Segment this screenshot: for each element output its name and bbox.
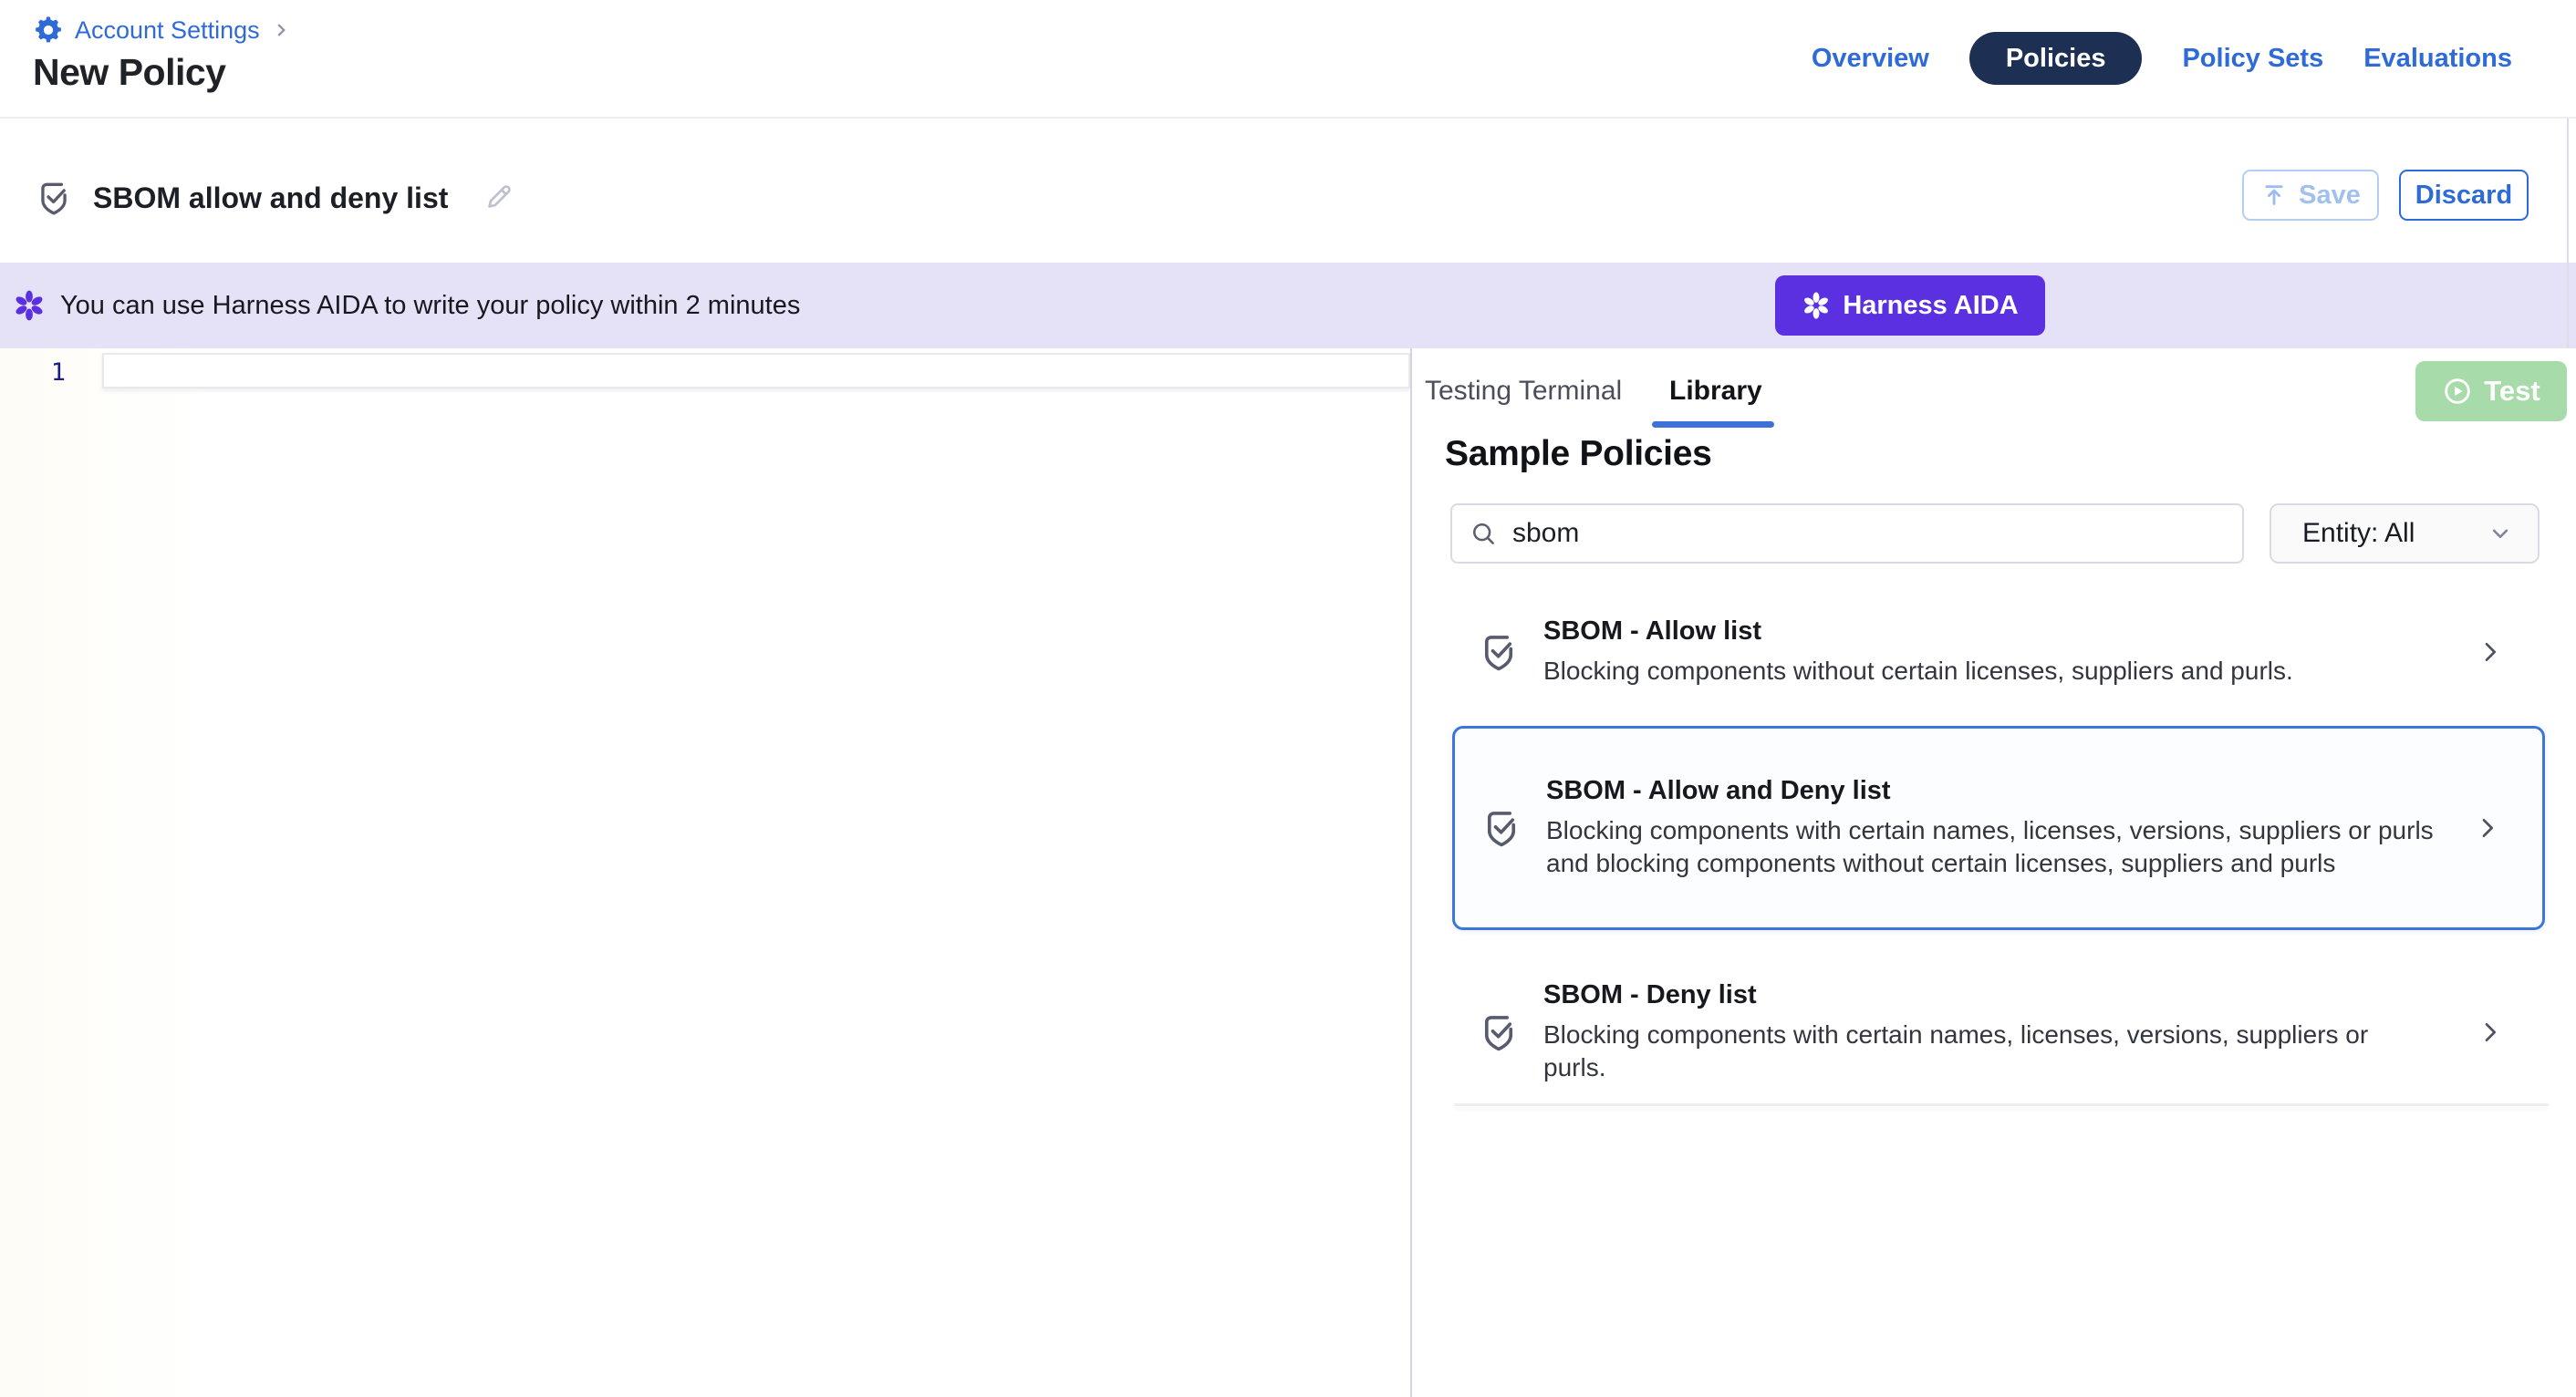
banner-message: You can use Harness AIDA to write your p… xyxy=(60,291,800,321)
policy-card-title: SBOM - Allow list xyxy=(1543,616,2437,647)
policy-identity: SBOM allow and deny list xyxy=(35,171,515,224)
save-button[interactable]: Save xyxy=(2242,170,2379,221)
top-nav: Overview Policies Policy Sets Evaluation… xyxy=(1812,31,2512,86)
tab-testing-terminal[interactable]: Testing Terminal xyxy=(1425,376,1622,407)
chevron-right-icon[interactable] xyxy=(2473,813,2502,843)
shield-check-icon xyxy=(1480,807,1522,849)
policy-card-title: SBOM - Deny list xyxy=(1543,980,2437,1010)
harness-aida-button-label: Harness AIDA xyxy=(1843,291,2018,321)
shield-check-icon xyxy=(1478,631,1520,673)
policy-card-sbom-allow-and-deny-list-selected[interactable]: SBOM - Allow and Deny list Blocking comp… xyxy=(1452,726,2545,930)
test-button[interactable]: Test xyxy=(2415,361,2567,421)
breadcrumb-link-account-settings[interactable]: Account Settings xyxy=(75,16,260,45)
toolbar-actions: Save Discard xyxy=(2242,170,2529,221)
play-icon xyxy=(2442,376,2473,407)
library-panel: Testing Terminal Library Test Sample Pol… xyxy=(1412,348,2576,1397)
page-title: New Policy xyxy=(33,51,225,94)
editor-current-line[interactable] xyxy=(102,353,1410,388)
aida-banner: You can use Harness AIDA to write your p… xyxy=(0,263,2576,348)
shield-check-icon xyxy=(35,179,73,217)
policy-card-description: Blocking components with certain names, … xyxy=(1543,1019,2437,1084)
page-header: Account Settings New Policy Overview Pol… xyxy=(0,0,2576,119)
policy-card-text: SBOM - Deny list Blocking components wit… xyxy=(1543,980,2437,1084)
policy-toolbar: SBOM allow and deny list Save Discard xyxy=(0,119,2576,263)
upload-icon xyxy=(2260,181,2288,209)
tab-overview[interactable]: Overview xyxy=(1812,44,1929,74)
tab-evaluations[interactable]: Evaluations xyxy=(2363,44,2512,74)
tab-library-underline xyxy=(1652,421,1774,428)
policy-search-box xyxy=(1450,503,2244,564)
entity-filter-label: Entity: All xyxy=(2302,518,2487,549)
policy-card-title: SBOM - Allow and Deny list xyxy=(1546,776,2440,806)
chevron-right-icon[interactable] xyxy=(2476,1018,2505,1047)
policy-card-text: SBOM - Allow list Blocking components wi… xyxy=(1543,616,2437,688)
policy-card-description: Blocking components with certain names, … xyxy=(1546,814,2440,880)
search-input[interactable] xyxy=(1512,518,2226,549)
editor-line-number: 1 xyxy=(0,358,66,387)
chevron-down-icon xyxy=(2487,520,2514,547)
shield-check-icon xyxy=(1478,1011,1520,1053)
sample-policies-heading: Sample Policies xyxy=(1445,434,1711,474)
harness-aida-button[interactable]: Harness AIDA xyxy=(1775,275,2045,336)
policy-card-description: Blocking components without certain lice… xyxy=(1543,655,2437,688)
tab-library[interactable]: Library xyxy=(1669,376,1762,407)
policy-card-sbom-deny-list[interactable]: SBOM - Deny list Blocking components wit… xyxy=(1452,965,2545,1100)
list-bottom-divider xyxy=(1454,1103,2549,1106)
edit-pencil-icon[interactable] xyxy=(481,181,515,215)
aida-flower-icon xyxy=(1802,291,1831,320)
policy-card-sbom-allow-list[interactable]: SBOM - Allow list Blocking components wi… xyxy=(1452,593,2545,711)
policy-card-text: SBOM - Allow and Deny list Blocking comp… xyxy=(1546,776,2440,880)
breadcrumb: Account Settings xyxy=(33,15,291,46)
tab-policies[interactable]: Policies xyxy=(1969,32,2143,85)
policy-name: SBOM allow and deny list xyxy=(93,181,448,215)
discard-button-label: Discard xyxy=(2415,181,2512,211)
aida-flower-icon xyxy=(13,289,46,322)
search-icon xyxy=(1469,519,1498,548)
entity-filter-select[interactable]: Entity: All xyxy=(2270,503,2540,564)
save-button-label: Save xyxy=(2299,181,2361,211)
gear-icon xyxy=(33,15,64,46)
chevron-right-icon[interactable] xyxy=(2476,637,2505,667)
tab-policy-sets[interactable]: Policy Sets xyxy=(2182,44,2323,74)
policy-code-editor[interactable]: 1 xyxy=(0,348,1410,1397)
breadcrumb-chevron-icon xyxy=(271,20,291,40)
discard-button[interactable]: Discard xyxy=(2399,170,2529,221)
test-button-label: Test xyxy=(2484,375,2540,408)
